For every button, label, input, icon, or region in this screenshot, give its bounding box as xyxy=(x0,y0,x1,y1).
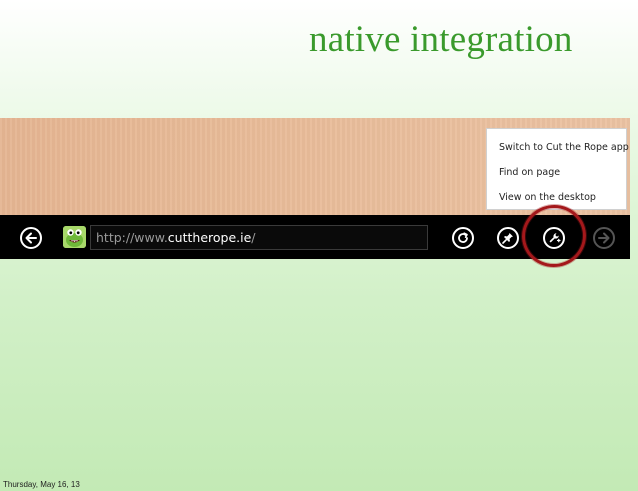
url-suffix: / xyxy=(251,230,256,245)
address-bar[interactable]: http://www.cuttherope.ie/ xyxy=(90,225,428,250)
site-favicon xyxy=(63,226,86,248)
menu-item-switch-to-app[interactable]: Switch to Cut the Rope app xyxy=(487,135,629,160)
slide-footer-date: Thursday, May 16, 13 xyxy=(3,480,80,489)
arrow-left-icon xyxy=(25,232,37,244)
refresh-icon xyxy=(458,232,468,243)
url-domain: cuttherope.ie xyxy=(167,230,252,245)
refresh-button[interactable] xyxy=(452,227,474,249)
pin-button[interactable] xyxy=(497,227,519,249)
arrow-right-icon xyxy=(598,232,610,244)
back-button[interactable] xyxy=(20,227,42,249)
url-prefix: http://www. xyxy=(96,230,168,245)
om-nom-icon xyxy=(63,226,86,248)
slide-title: native integration xyxy=(309,19,573,60)
forward-button[interactable] xyxy=(593,227,615,249)
pin-icon xyxy=(502,233,513,244)
menu-item-find-on-page[interactable]: Find on page xyxy=(487,160,626,185)
page-tools-menu: Switch to Cut the Rope app Find on page … xyxy=(486,128,629,210)
